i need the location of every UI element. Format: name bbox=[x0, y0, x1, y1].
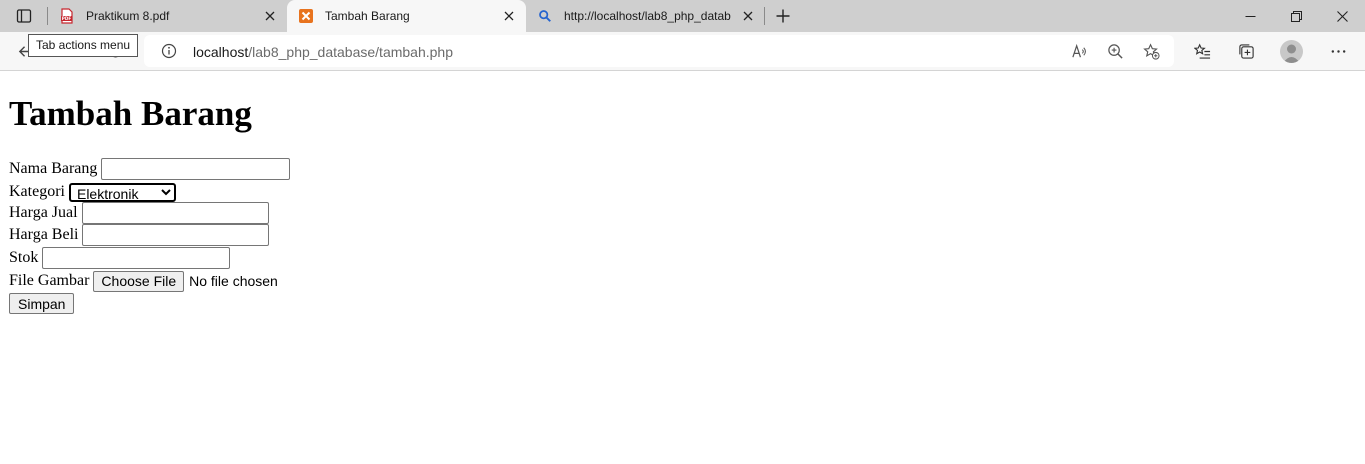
read-aloud-icon bbox=[1071, 43, 1086, 57]
site-info-icon[interactable] bbox=[161, 43, 177, 59]
url-path: /lab8_php_database/tambah.php bbox=[248, 44, 453, 60]
harga-jual-row: Harga Jual bbox=[9, 202, 269, 224]
tab-title: http://localhost/lab8_php_datab bbox=[564, 9, 731, 23]
page-content: Tambah Barang Nama Barang Kategori Elekt… bbox=[0, 72, 1365, 464]
close-tab-icon[interactable] bbox=[262, 8, 278, 24]
harga-jual-input[interactable] bbox=[81, 202, 269, 224]
kategori-label: Kategori bbox=[9, 183, 65, 200]
new-tab-button[interactable] bbox=[772, 6, 794, 26]
kategori-row: Kategori Elektronik bbox=[9, 181, 176, 203]
search-icon bbox=[537, 8, 553, 24]
choose-file-button[interactable]: Choose File bbox=[93, 270, 185, 292]
kategori-select[interactable]: Elektronik bbox=[68, 182, 176, 202]
tab-separator bbox=[764, 7, 765, 25]
file-gambar-row: File Gambar Choose File No file chosen bbox=[9, 270, 278, 292]
harga-beli-label: Harga Beli bbox=[9, 226, 79, 243]
tab-actions-tooltip: Tab actions menu bbox=[28, 34, 139, 57]
tab-title: Tambah Barang bbox=[325, 9, 410, 23]
url-host: localhost bbox=[193, 44, 249, 60]
minimize-button[interactable] bbox=[1227, 0, 1273, 32]
close-window-button[interactable] bbox=[1319, 0, 1365, 32]
close-tab-icon[interactable] bbox=[740, 8, 756, 24]
close-icon bbox=[1336, 10, 1348, 22]
tab-praktikum-pdf[interactable]: PDF Praktikum 8.pdf bbox=[48, 0, 286, 32]
pdf-icon: PDF bbox=[59, 8, 75, 24]
xampp-icon bbox=[298, 8, 314, 24]
browser-toolbar: localhost/lab8_php_database/tambah.php bbox=[0, 32, 1365, 71]
add-favorite-button[interactable] bbox=[1142, 42, 1160, 60]
page-title: Tambah Barang bbox=[9, 94, 252, 133]
file-gambar-label: File Gambar bbox=[9, 272, 90, 289]
tab-title: Praktikum 8.pdf bbox=[86, 9, 170, 23]
user-icon bbox=[1283, 44, 1300, 63]
tab-actions-button[interactable] bbox=[11, 5, 37, 27]
minimize-icon bbox=[1245, 15, 1255, 17]
settings-menu-button[interactable] bbox=[1327, 40, 1349, 62]
zoom-in-icon bbox=[1107, 43, 1123, 59]
tab-actions-icon bbox=[16, 9, 32, 23]
restore-icon bbox=[1290, 10, 1302, 22]
harga-beli-input[interactable] bbox=[82, 224, 270, 246]
tab-strip: PDF Praktikum 8.pdf Tambah Barang http:/… bbox=[0, 0, 1365, 32]
url-text[interactable]: localhost/lab8_php_database/tambah.php bbox=[193, 44, 453, 60]
profile-avatar[interactable] bbox=[1280, 40, 1303, 63]
tab-tambah-barang[interactable]: Tambah Barang bbox=[287, 0, 526, 32]
no-file-chosen-text: No file chosen bbox=[189, 273, 278, 289]
tab-localhost-search[interactable]: http://localhost/lab8_php_datab bbox=[526, 0, 764, 32]
star-add-icon bbox=[1142, 42, 1160, 60]
simpan-button[interactable]: Simpan bbox=[9, 293, 75, 314]
nama-barang-label: Nama Barang bbox=[9, 160, 98, 177]
favorites-list-icon bbox=[1193, 43, 1210, 59]
favorites-button[interactable] bbox=[1191, 40, 1213, 62]
stok-input[interactable] bbox=[42, 247, 231, 269]
stok-row: Stok bbox=[9, 247, 231, 269]
harga-jual-label: Harga Jual bbox=[9, 204, 78, 221]
read-aloud-button[interactable] bbox=[1070, 42, 1088, 60]
svg-text:PDF: PDF bbox=[62, 16, 72, 21]
close-tab-icon[interactable] bbox=[501, 8, 517, 24]
address-bar[interactable]: localhost/lab8_php_database/tambah.php bbox=[144, 35, 1174, 67]
nama-barang-row: Nama Barang bbox=[9, 158, 291, 180]
stok-label: Stok bbox=[9, 249, 39, 266]
harga-beli-row: Harga Beli bbox=[9, 224, 270, 246]
plus-icon bbox=[776, 9, 790, 23]
collections-icon bbox=[1238, 43, 1254, 59]
restore-button[interactable] bbox=[1273, 0, 1319, 32]
zoom-button[interactable] bbox=[1106, 42, 1124, 60]
more-icon bbox=[1331, 49, 1345, 53]
nama-barang-input[interactable] bbox=[101, 158, 291, 180]
collections-button[interactable] bbox=[1235, 40, 1257, 62]
